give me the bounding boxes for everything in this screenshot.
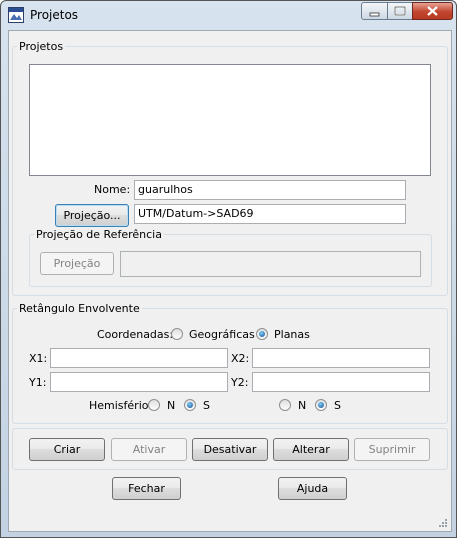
alterar-button[interactable]: Alterar [273, 438, 349, 461]
maximize-button[interactable] [387, 2, 413, 20]
projetos-window: Projetos Projetos Nome: guarulhos Projeç… [0, 0, 457, 538]
ajuda-button[interactable]: Ajuda [278, 477, 347, 500]
geograficas-radio[interactable] [171, 328, 183, 340]
referencia-projecao-button[interactable]: Projeção [40, 252, 114, 275]
x2-label: X2: [231, 352, 250, 365]
hemisferio-left-s-radio[interactable] [184, 399, 196, 411]
client-area: Projetos Nome: guarulhos Projeção... UTM… [8, 30, 452, 532]
nome-label: Nome: [94, 183, 131, 196]
suprimir-button[interactable]: Suprimir [354, 438, 430, 461]
geograficas-label[interactable]: Geográficas [189, 328, 255, 341]
x1-input[interactable] [50, 348, 228, 368]
selected-dot [187, 402, 193, 408]
ativar-button[interactable]: Ativar [111, 438, 187, 461]
nome-input[interactable]: guarulhos [134, 180, 406, 200]
title-bar[interactable]: Projetos [1, 1, 456, 29]
close-icon [427, 6, 438, 16]
x1-label: X1: [29, 352, 48, 365]
y2-input[interactable] [252, 372, 430, 392]
selected-dot [259, 331, 265, 337]
hemisferio-right-s-radio[interactable] [315, 399, 327, 411]
projects-list[interactable] [29, 64, 431, 176]
planas-radio[interactable] [256, 328, 268, 340]
x2-input[interactable] [252, 348, 430, 368]
selected-dot [318, 402, 324, 408]
planas-label[interactable]: Planas [274, 328, 310, 341]
retangulo-legend: Retângulo Envolvente [19, 302, 140, 315]
coordenadas-label: Coordenadas: [97, 328, 174, 341]
hemisferio-left-s-label[interactable]: S [203, 399, 210, 412]
projecao-button[interactable]: Projeção... [55, 204, 129, 227]
projetos-legend: Projetos [19, 40, 64, 53]
maximize-icon [394, 6, 406, 16]
hemisferio-right-s-label[interactable]: S [334, 399, 341, 412]
y2-label: Y2: [231, 376, 249, 389]
hemisferio-left-n-label[interactable]: N [167, 399, 175, 412]
resize-grip-icon[interactable] [438, 518, 448, 528]
y1-input[interactable] [50, 372, 228, 392]
hemisferio-label: Hemisfério: [89, 399, 153, 412]
referencia-legend: Projeção de Referência [36, 228, 162, 241]
referencia-field[interactable] [120, 251, 421, 277]
desativar-button[interactable]: Desativar [192, 438, 268, 461]
hemisferio-right-n-radio[interactable] [279, 399, 291, 411]
hemisferio-right-n-label[interactable]: N [298, 399, 306, 412]
app-icon [8, 7, 24, 23]
y1-label: Y1: [29, 376, 47, 389]
minimize-icon [369, 12, 380, 17]
minimize-button[interactable] [361, 2, 388, 20]
hemisferio-left-n-radio[interactable] [148, 399, 160, 411]
window-title: Projetos [30, 8, 79, 22]
criar-button[interactable]: Criar [29, 438, 105, 461]
projecao-field[interactable]: UTM/Datum->SAD69 [134, 204, 406, 224]
fechar-button[interactable]: Fechar [112, 477, 181, 500]
close-button[interactable] [412, 2, 453, 20]
